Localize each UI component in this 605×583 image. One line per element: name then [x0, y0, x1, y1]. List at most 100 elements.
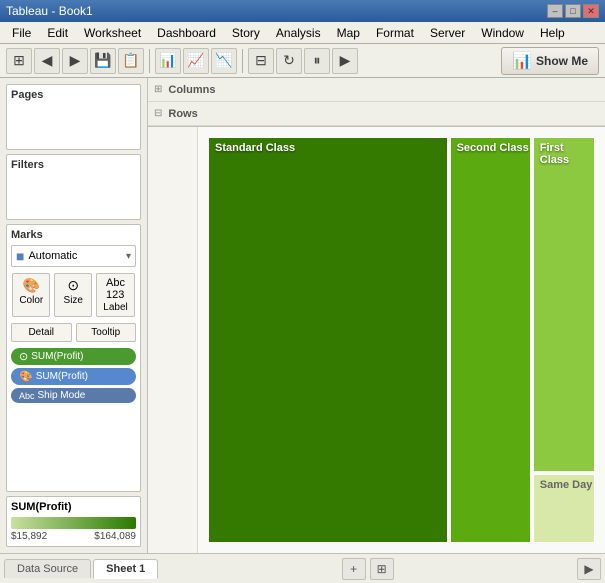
standard-class-label: Standard Class [215, 142, 295, 154]
marks-dropdown-arrow: ▾ [126, 251, 131, 262]
rows-label: Rows [168, 108, 197, 120]
toolbar-present-btn[interactable]: ▶ [332, 48, 358, 74]
legend-range: $15,892 $164,089 [11, 531, 136, 542]
toolbar-filter-btn[interactable]: ⊟ [248, 48, 274, 74]
present-btn[interactable]: ▶ [577, 558, 601, 580]
menu-dashboard[interactable]: Dashboard [149, 24, 224, 42]
toolbar-back-btn[interactable]: ◀ [34, 48, 60, 74]
profit-size-pill[interactable]: ⊙ SUM(Profit) [11, 348, 136, 365]
color-button[interactable]: 🎨 Color [12, 273, 50, 317]
toolbar-forward-btn[interactable]: ▶ [62, 48, 88, 74]
show-me-label: Show Me [536, 54, 588, 68]
viz-area: Standard Class Second Class First Class … [148, 127, 605, 553]
legend-min: $15,892 [11, 531, 47, 542]
marks-section: Marks ■ Automatic ▾ 🎨 Color ⊙ Size Abc12… [6, 224, 141, 492]
toolbar: ⊞ ◀ ▶ 💾 📋 📊 📈 📉 ⊟ ↻ ⏸ ▶ 📊 Show Me [0, 44, 605, 78]
second-class-label: Second Class [457, 142, 529, 154]
menu-story[interactable]: Story [224, 24, 268, 42]
toolbar-grid-btn[interactable]: ⊞ [6, 48, 32, 74]
detail-button[interactable]: Detail [11, 323, 72, 342]
shipmode-label-pill[interactable]: Abc Ship Mode [11, 388, 136, 403]
close-button[interactable]: ✕ [583, 4, 599, 18]
menu-server[interactable]: Server [422, 24, 473, 42]
toolbar-refresh-btn[interactable]: ↻ [276, 48, 302, 74]
legend-title: SUM(Profit) [11, 501, 136, 513]
size-button[interactable]: ⊙ Size [54, 273, 92, 317]
show-me-icon: 📊 [512, 51, 532, 71]
title-text: Tableau - Book1 [6, 4, 93, 18]
marks-type-dropdown[interactable]: ■ Automatic ▾ [11, 245, 136, 267]
columns-label: Columns [168, 84, 215, 96]
treemap-container: Standard Class Second Class First Class … [208, 137, 595, 543]
left-panel: Pages Filters Marks ■ Automatic ▾ 🎨 Colo… [0, 78, 148, 553]
menu-file[interactable]: File [4, 24, 39, 42]
treemap-second-class: Second Class [450, 137, 531, 543]
size-label: Size [64, 295, 83, 306]
toolbar-save-btn[interactable]: 💾 [90, 48, 116, 74]
circle-icon: ⊙ [19, 350, 28, 363]
menu-analysis[interactable]: Analysis [268, 24, 329, 42]
datasource-tab[interactable]: Data Source [4, 559, 91, 578]
marks-pills: ⊙ SUM(Profit) 🎨 SUM(Profit) Abc Ship Mod… [11, 348, 136, 403]
text-icon: Abc [19, 391, 35, 401]
sep1 [149, 49, 150, 73]
add-sheet-btn[interactable]: + [342, 558, 366, 580]
title-bar-controls: – □ ✕ [547, 4, 599, 18]
minimize-button[interactable]: – [547, 4, 563, 18]
menu-format[interactable]: Format [368, 24, 422, 42]
title-bar: Tableau - Book1 – □ ✕ [0, 0, 605, 22]
treemap-right-col: First Class Same Day [533, 137, 595, 543]
datasource-label: Data Source [17, 563, 78, 575]
columns-icon: ⊞ [154, 84, 162, 95]
toolbar-chart2-btn[interactable]: 📈 [183, 48, 209, 74]
sheet-view-btn[interactable]: ⊞ [370, 558, 394, 580]
label-button[interactable]: Abc123 Label [96, 273, 134, 317]
sheet1-tab[interactable]: Sheet 1 [93, 559, 158, 579]
menu-edit[interactable]: Edit [39, 24, 76, 42]
label-label: Label [103, 302, 127, 313]
profit-color-pill[interactable]: 🎨 SUM(Profit) [11, 368, 136, 385]
bottom-bar: Data Source Sheet 1 + ⊞ ▶ [0, 553, 605, 583]
menu-map[interactable]: Map [329, 24, 368, 42]
legend-gradient [11, 517, 136, 529]
shelf-area: ⊞ Columns ⊟ Rows [148, 78, 605, 127]
color-label: Color [19, 295, 43, 306]
sheet1-label: Sheet 1 [106, 563, 145, 575]
menu-bar: File Edit Worksheet Dashboard Story Anal… [0, 22, 605, 44]
treemap-first-class: First Class [533, 137, 595, 472]
marks-buttons-row: 🎨 Color ⊙ Size Abc123 Label [11, 273, 136, 317]
rows-icon: ⊟ [154, 108, 162, 119]
marks-type-label: Automatic [28, 250, 77, 262]
label-icon: Abc123 [106, 277, 125, 301]
first-class-label: First Class [540, 142, 594, 166]
toolbar-chart3-btn[interactable]: 📉 [211, 48, 237, 74]
viz-canvas: Standard Class Second Class First Class … [198, 127, 605, 553]
toolbar-chart1-btn[interactable]: 📊 [155, 48, 181, 74]
filters-content [11, 175, 136, 215]
maximize-button[interactable]: □ [565, 4, 581, 18]
toolbar-copy-btn[interactable]: 📋 [118, 48, 144, 74]
marks-label: Marks [11, 229, 136, 241]
pill1-label: SUM(Profit) [31, 351, 83, 362]
color2-icon: 🎨 [19, 370, 33, 383]
toolbar-pause-btn[interactable]: ⏸ [304, 48, 330, 74]
pill2-label: SUM(Profit) [36, 371, 88, 382]
pages-content [11, 105, 136, 145]
legend-section: SUM(Profit) $15,892 $164,089 [6, 496, 141, 547]
show-me-button[interactable]: 📊 Show Me [501, 47, 599, 75]
sep2 [242, 49, 243, 73]
color-icon: 🎨 [23, 277, 40, 294]
marks-type-icon: ■ [16, 248, 24, 264]
filters-label: Filters [11, 159, 136, 171]
menu-window[interactable]: Window [473, 24, 532, 42]
size-icon: ⊙ [67, 277, 79, 294]
filters-section: Filters [6, 154, 141, 220]
menu-worksheet[interactable]: Worksheet [76, 24, 149, 42]
right-content: ⊞ Columns ⊟ Rows Standard Class Secon [148, 78, 605, 553]
pages-section: Pages [6, 84, 141, 150]
same-day-label: Same Day [540, 479, 593, 491]
menu-help[interactable]: Help [532, 24, 573, 42]
legend-max: $164,089 [94, 531, 136, 542]
tooltip-button[interactable]: Tooltip [76, 323, 137, 342]
treemap-same-day: Same Day [533, 474, 595, 543]
